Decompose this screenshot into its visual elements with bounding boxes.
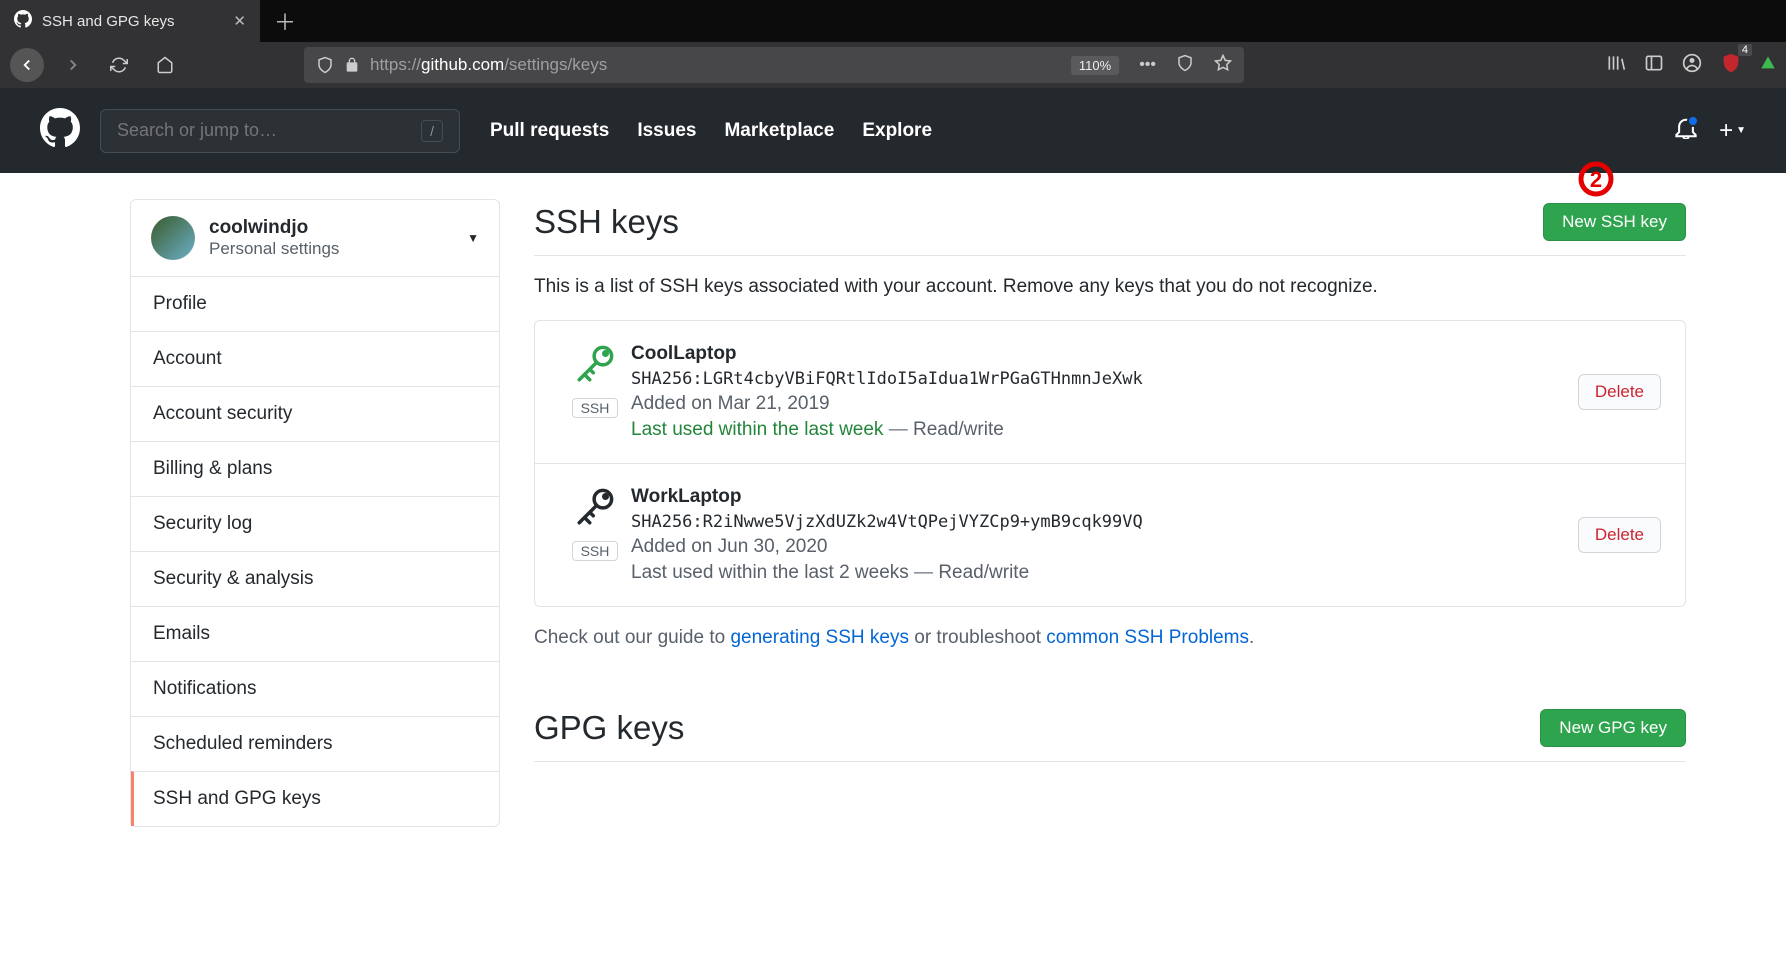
ssh-key-row: SSH WorkLaptop SHA256:R2iNwwe5VjzXdUZk2w… (535, 463, 1685, 606)
nav-explore[interactable]: Explore (862, 120, 932, 142)
key-title: CoolLaptop (631, 343, 1578, 365)
notifications-bell-icon[interactable] (1675, 117, 1697, 144)
github-search[interactable]: / (100, 109, 460, 153)
sidebar-item-ssh-gpg-keys[interactable]: SSH and GPG keys (131, 771, 499, 826)
settings-sidebar: coolwindjo Personal settings ▼ Profile A… (130, 199, 500, 827)
nav-issues[interactable]: Issues (637, 120, 696, 142)
zoom-indicator[interactable]: 110% (1071, 56, 1119, 75)
bookmark-star-icon[interactable] (1214, 54, 1232, 77)
sidebar-item-profile[interactable]: Profile (131, 277, 499, 331)
sidebar-user-switcher[interactable]: coolwindjo Personal settings ▼ (131, 200, 499, 277)
key-fingerprint: SHA256:R2iNwwe5VjzXdUZk2w4VtQPejVYZCp9+y… (631, 512, 1578, 532)
delete-key-button[interactable]: Delete (1578, 517, 1661, 553)
github-nav: Pull requests Issues Marketplace Explore (490, 120, 932, 142)
sidebar-toggle-icon[interactable] (1644, 53, 1664, 78)
gpg-section-header: GPG keys New GPG key (534, 705, 1686, 762)
new-gpg-key-button[interactable]: New GPG key (1540, 709, 1686, 747)
key-icon (574, 343, 616, 390)
browser-tab[interactable]: SSH and GPG keys ✕ (0, 0, 260, 42)
key-added-date: Added on Jun 30, 2020 (631, 536, 1578, 558)
ssh-description: This is a list of SSH keys associated wi… (534, 276, 1686, 298)
key-icon (574, 486, 616, 533)
extensions-icon[interactable] (1760, 53, 1776, 78)
annotation-2-icon: 2 (1576, 159, 1616, 199)
new-tab-button[interactable]: ＋ (260, 5, 310, 37)
generating-ssh-keys-link[interactable]: generating SSH keys (730, 627, 909, 648)
ssh-heading: SSH keys (534, 203, 679, 241)
slash-shortcut-icon: / (421, 120, 443, 142)
close-tab-icon[interactable]: ✕ (233, 12, 246, 30)
key-fingerprint: SHA256:LGRt4cbyVBiFQRtlIdoI5aIdua1WrPGaG… (631, 369, 1578, 389)
sidebar-item-account-security[interactable]: Account security (131, 386, 499, 441)
ssh-guide-text: Check out our guide to generating SSH ke… (534, 627, 1686, 649)
sidebar-item-security-analysis[interactable]: Security & analysis (131, 551, 499, 606)
key-added-date: Added on Mar 21, 2019 (631, 393, 1578, 415)
ublock-icon[interactable]: 4 (1720, 52, 1742, 79)
library-icon[interactable] (1606, 53, 1626, 78)
ublock-badge: 4 (1738, 44, 1752, 56)
avatar (151, 216, 195, 260)
account-icon[interactable] (1682, 53, 1702, 78)
url-bar[interactable]: https://github.com/settings/keys 110% ••… (304, 47, 1244, 83)
reload-button[interactable] (102, 48, 136, 82)
key-title: WorkLaptop (631, 486, 1578, 508)
key-last-used: Last used within the last week — Read/wr… (631, 419, 1578, 441)
github-favicon-icon (14, 10, 32, 32)
svg-text:2: 2 (1590, 167, 1602, 192)
github-logo-icon[interactable] (40, 108, 80, 153)
gpg-heading: GPG keys (534, 709, 684, 747)
browser-tab-title: SSH and GPG keys (42, 13, 223, 30)
back-button[interactable] (10, 48, 44, 82)
ssh-key-row: SSH CoolLaptop SHA256:LGRt4cbyVBiFQRtlId… (535, 321, 1685, 463)
ssh-badge: SSH (572, 398, 619, 418)
forward-button[interactable] (56, 48, 90, 82)
browser-toolbar: https://github.com/settings/keys 110% ••… (0, 42, 1786, 88)
sidebar-item-emails[interactable]: Emails (131, 606, 499, 661)
sidebar-item-notifications[interactable]: Notifications (131, 661, 499, 716)
browser-tab-bar: SSH and GPG keys ✕ ＋ (0, 0, 1786, 42)
github-header: / Pull requests Issues Marketplace Explo… (0, 88, 1786, 173)
notification-dot-icon (1687, 115, 1699, 127)
new-ssh-key-button[interactable]: New SSH key (1543, 203, 1686, 241)
pocket-icon[interactable] (1176, 54, 1194, 77)
ssh-section-header: SSH keys New SSH key (534, 199, 1686, 256)
delete-key-button[interactable]: Delete (1578, 374, 1661, 410)
home-button[interactable] (148, 48, 182, 82)
nav-marketplace[interactable]: Marketplace (724, 120, 834, 142)
tracking-shield-icon[interactable] (316, 56, 334, 74)
sidebar-username: coolwindjo (209, 217, 339, 239)
search-input[interactable] (117, 120, 421, 141)
key-last-used: Last used within the last 2 weeks — Read… (631, 562, 1578, 584)
sidebar-item-security-log[interactable]: Security log (131, 496, 499, 551)
url-text: https://github.com/settings/keys (370, 55, 1061, 75)
create-new-dropdown[interactable]: + ▼ (1719, 117, 1746, 145)
sidebar-item-account[interactable]: Account (131, 331, 499, 386)
chevron-down-icon: ▼ (467, 231, 479, 245)
main-content: 2 SSH keys New SSH key This is a list of… (534, 199, 1686, 827)
ssh-key-list: SSH CoolLaptop SHA256:LGRt4cbyVBiFQRtlId… (534, 320, 1686, 607)
nav-pull-requests[interactable]: Pull requests (490, 120, 609, 142)
ssh-badge: SSH (572, 541, 619, 561)
common-ssh-problems-link[interactable]: common SSH Problems (1046, 627, 1249, 648)
sidebar-subtext: Personal settings (209, 239, 339, 259)
lock-icon[interactable] (344, 57, 360, 73)
sidebar-item-billing[interactable]: Billing & plans (131, 441, 499, 496)
sidebar-item-scheduled-reminders[interactable]: Scheduled reminders (131, 716, 499, 771)
page-actions-icon[interactable]: ••• (1139, 56, 1156, 74)
